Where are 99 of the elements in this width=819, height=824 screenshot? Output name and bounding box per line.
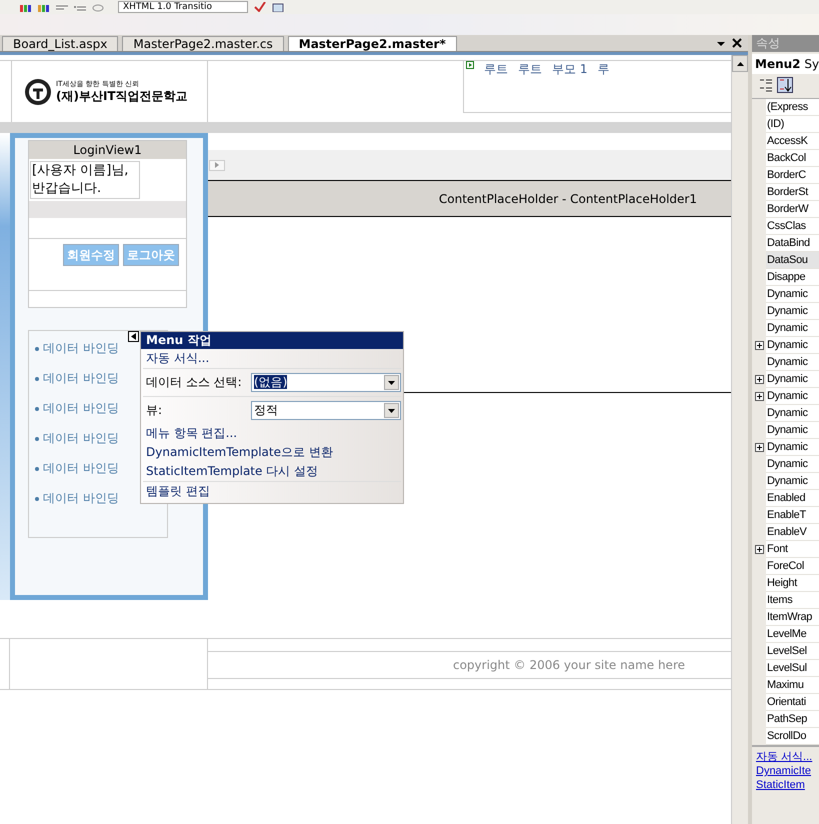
sort-alphabetical-icon[interactable] (777, 77, 793, 93)
property-row[interactable]: Enabled (752, 490, 819, 507)
color-grid-icon[interactable] (20, 2, 32, 12)
dropdown-field[interactable]: 정적 (251, 401, 401, 420)
scroll-up-button[interactable] (732, 55, 748, 72)
bullet-icon (35, 466, 39, 470)
property-row[interactable]: BackCol (752, 150, 819, 167)
copyright-text: copyright © 2006 your site name here (208, 651, 731, 679)
close-icon[interactable] (732, 38, 742, 48)
command-link[interactable]: 자동 서식... (756, 750, 819, 764)
property-row[interactable]: Maximu (752, 677, 819, 694)
bullet-icon (35, 346, 39, 350)
greeting-text: [사용자 이름]님, 반갑습니다. (30, 161, 140, 199)
menu-item[interactable]: 데이터 바인딩 (43, 370, 119, 387)
expand-button[interactable] (209, 160, 225, 170)
property-row[interactable]: Dynamic (752, 456, 819, 473)
smart-tag-button[interactable] (128, 331, 139, 342)
menu-item[interactable]: 데이터 바인딩 (43, 400, 119, 417)
property-row[interactable]: Dynamic (752, 337, 819, 354)
property-row[interactable]: Items (752, 592, 819, 609)
property-row[interactable]: Dynamic (752, 354, 819, 371)
property-row[interactable]: DataSou (752, 252, 819, 269)
property-row[interactable]: EnableT (752, 507, 819, 524)
property-row[interactable]: PathSep (752, 711, 819, 728)
property-row[interactable]: Dynamic (752, 473, 819, 490)
property-row[interactable]: LevelMe (752, 626, 819, 643)
command-link[interactable]: DynamicIte (756, 764, 819, 778)
dropdown-arrow-icon (388, 380, 395, 384)
property-row[interactable]: BorderC (752, 167, 819, 184)
property-row[interactable]: Dynamic (752, 286, 819, 303)
dropdown-field[interactable]: (없음) (251, 373, 401, 392)
loginview-title: LoginView1 (29, 141, 186, 159)
command-link[interactable]: StaticItem (756, 778, 819, 792)
popup-link[interactable]: DynamicItemTemplate으로 변환 (141, 443, 403, 462)
menu-item[interactable]: 데이터 바인딩 (43, 430, 119, 447)
property-row[interactable]: (Express (752, 99, 819, 116)
property-row[interactable]: LevelSel (752, 643, 819, 660)
school-emblem-icon (24, 78, 52, 106)
property-row[interactable]: DataBind (752, 235, 819, 252)
property-row[interactable]: Dynamic (752, 371, 819, 388)
menu-item[interactable]: 데이터 바인딩 (43, 490, 119, 507)
check-icon[interactable] (254, 2, 266, 12)
control-marker-icon (466, 61, 474, 69)
property-row[interactable]: BorderSt (752, 184, 819, 201)
document-tab[interactable]: MasterPage2.master.cs (122, 36, 284, 51)
popup-link[interactable]: 자동 서식... (141, 349, 403, 368)
property-row[interactable]: Dynamic (752, 422, 819, 439)
property-row[interactable]: ItemWrap (752, 609, 819, 626)
property-row[interactable]: Orientati (752, 694, 819, 711)
property-row[interactable]: AccessK (752, 133, 819, 150)
bullet-icon (35, 376, 39, 380)
school-name: (재)부산IT직업전문학교 (56, 88, 188, 104)
bullet-icon (35, 406, 39, 410)
bullet-icon (35, 496, 39, 500)
popup-link[interactable]: StaticItemTemplate 다시 설정 (141, 462, 403, 481)
breadcrumb-link[interactable]: 부모 1 (552, 61, 588, 112)
dropdown-arrow-icon (388, 408, 395, 412)
property-row[interactable]: (ID) (752, 116, 819, 133)
property-row[interactable]: Dynamic (752, 320, 819, 337)
property-row[interactable]: Dynamic (752, 405, 819, 422)
property-row[interactable]: EnableV (752, 524, 819, 541)
property-row[interactable]: BorderW (752, 201, 819, 218)
menu-item[interactable]: 데이터 바인딩 (43, 340, 119, 357)
field-label: 데이터 소스 선택: (146, 374, 243, 391)
bullet-icon (35, 436, 39, 440)
expand-icon[interactable] (754, 392, 764, 400)
property-row[interactable]: ForeCol (752, 558, 819, 575)
categorized-icon[interactable] (758, 77, 774, 93)
window-icon[interactable] (272, 2, 284, 12)
property-row[interactable]: LevelSul (752, 660, 819, 677)
property-row[interactable]: Dynamic (752, 439, 819, 456)
object-selector[interactable]: Menu2 Sy (752, 54, 819, 74)
popup-link[interactable]: 메뉴 항목 편집... (141, 424, 403, 443)
expand-icon[interactable] (754, 544, 764, 554)
color-grid-icon[interactable] (38, 2, 50, 12)
expand-icon[interactable] (754, 340, 764, 350)
property-row[interactable]: Disappe (752, 269, 819, 286)
property-row[interactable]: CssClas (752, 218, 819, 235)
property-row[interactable]: Font (752, 541, 819, 558)
triangle-right-icon (215, 162, 219, 168)
triangle-up-icon (736, 62, 744, 66)
property-row[interactable]: ScrollDo (752, 728, 819, 745)
panel-title: 속성 (752, 35, 819, 52)
breadcrumb-link[interactable]: 루 (597, 61, 610, 112)
property-row[interactable]: Dynamic (752, 303, 819, 320)
property-row[interactable]: Height (752, 575, 819, 592)
popup-link[interactable]: 템플릿 편집 (141, 482, 403, 501)
menu-item[interactable]: 데이터 바인딩 (43, 460, 119, 477)
content-placeholder-header: ContentPlaceHolder - ContentPlaceHolder1 (208, 180, 731, 217)
expand-icon[interactable] (754, 442, 764, 452)
document-tab[interactable]: Board_List.aspx (2, 36, 118, 51)
property-row[interactable]: Dynamic (752, 388, 819, 405)
breadcrumb-link[interactable]: 루트 (518, 61, 542, 112)
expand-icon[interactable] (754, 374, 764, 384)
breadcrumb-link[interactable]: 루트 (484, 61, 508, 112)
popup-title: Menu 작업 (141, 332, 403, 349)
field-label: 뷰: (146, 402, 164, 419)
document-tab[interactable]: MasterPage2.master* (288, 36, 457, 51)
doctype-field[interactable]: XHTML 1.0 Transitio (118, 1, 248, 13)
